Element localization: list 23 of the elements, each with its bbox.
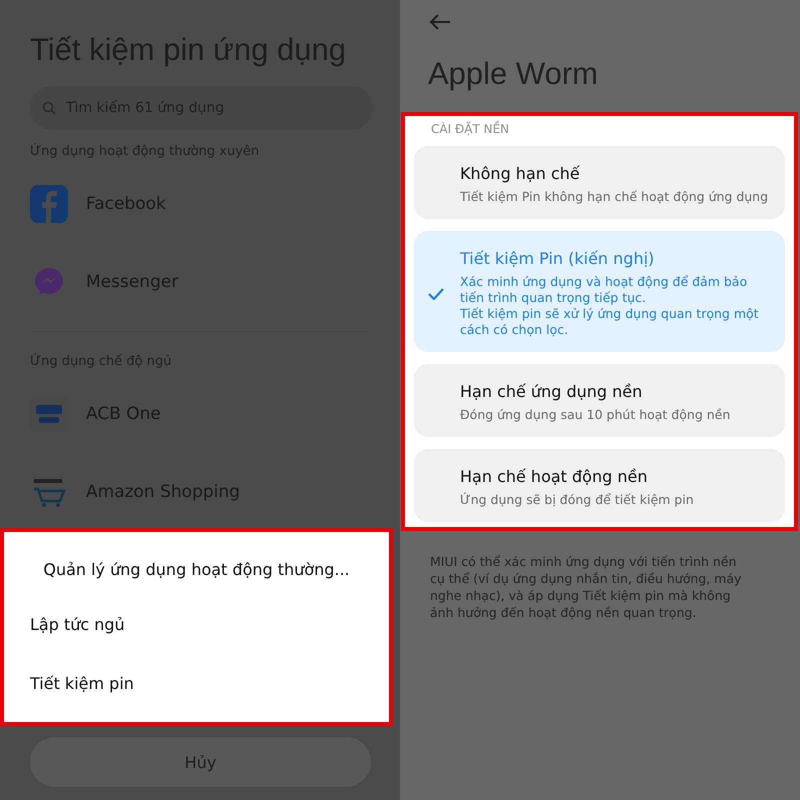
option-title: Tiết kiệm Pin (kiến nghị)	[460, 249, 656, 268]
footer-note: MIUI có thể xác minh ứng dụng với tiến trình nền cụ thể (ví dụ ứng dụng nhắn tin, điều hướng, máy nghe nhạc), và áp dụng Tiết kiệm pin mà không ảnh hưởng đến hoạt động nền quan trọng.	[430, 553, 742, 621]
option-description: Xác minh ứng dụng và hoạt động để đảm bảo tiến trình quan trọng tiếp tục. Tiết kiệm pin sẽ xử lý ứng dụng quan trọng một cách có chọn lọc.	[460, 274, 760, 338]
option-title: Hạn chế hoạt động nền	[460, 467, 648, 486]
search-icon	[42, 101, 56, 115]
option-title: Không hạn chế	[460, 164, 581, 183]
option-card[interactable]: Tiết kiệm Pin (kiến nghị) Xác minh ứng dụng và hoạt động để đảm bảo tiến trình quan trọng tiếp tục. Tiết kiệm pin sẽ xử lý ứng dụng quan trọng một cách có chọn lọc.	[414, 231, 785, 352]
section-label: CÀI ĐẶT NỀN	[431, 122, 510, 136]
sheet-option[interactable]: Tiết kiệm pin	[30, 674, 389, 693]
option-description: Ứng dụng sẽ bị đóng để tiết kiệm pin	[460, 492, 694, 508]
sheet-title: Quản lý ứng dụng hoạt động thường...	[42, 560, 351, 579]
option-card[interactable]: Không hạn chế Tiết kiệm Pin không hạn chế hoạt động ứng dụng	[414, 146, 785, 219]
check-icon	[428, 288, 444, 300]
option-description: Đóng ứng dụng sau 10 phút hoạt động nền	[460, 407, 730, 423]
facebook-logo-icon	[30, 185, 68, 223]
option-card[interactable]: Hạn chế ứng dụng nền Đóng ứng dụng sau 10 phút hoạt động nền	[414, 364, 785, 437]
app-title: Apple Worm	[428, 56, 599, 92]
sheet-option[interactable]: Lập tức ngủ	[30, 615, 389, 634]
cancel-button[interactable]: Hủy	[30, 737, 371, 787]
option-description: Tiết kiệm Pin không hạn chế hoạt động ứng dụng	[460, 189, 768, 205]
option-card[interactable]: Hạn chế hoạt động nền Ứng dụng sẽ bị đóng để tiết kiệm pin	[414, 449, 785, 522]
back-arrow-icon[interactable]	[429, 14, 451, 30]
option-title: Hạn chế ứng dụng nền	[460, 382, 644, 401]
